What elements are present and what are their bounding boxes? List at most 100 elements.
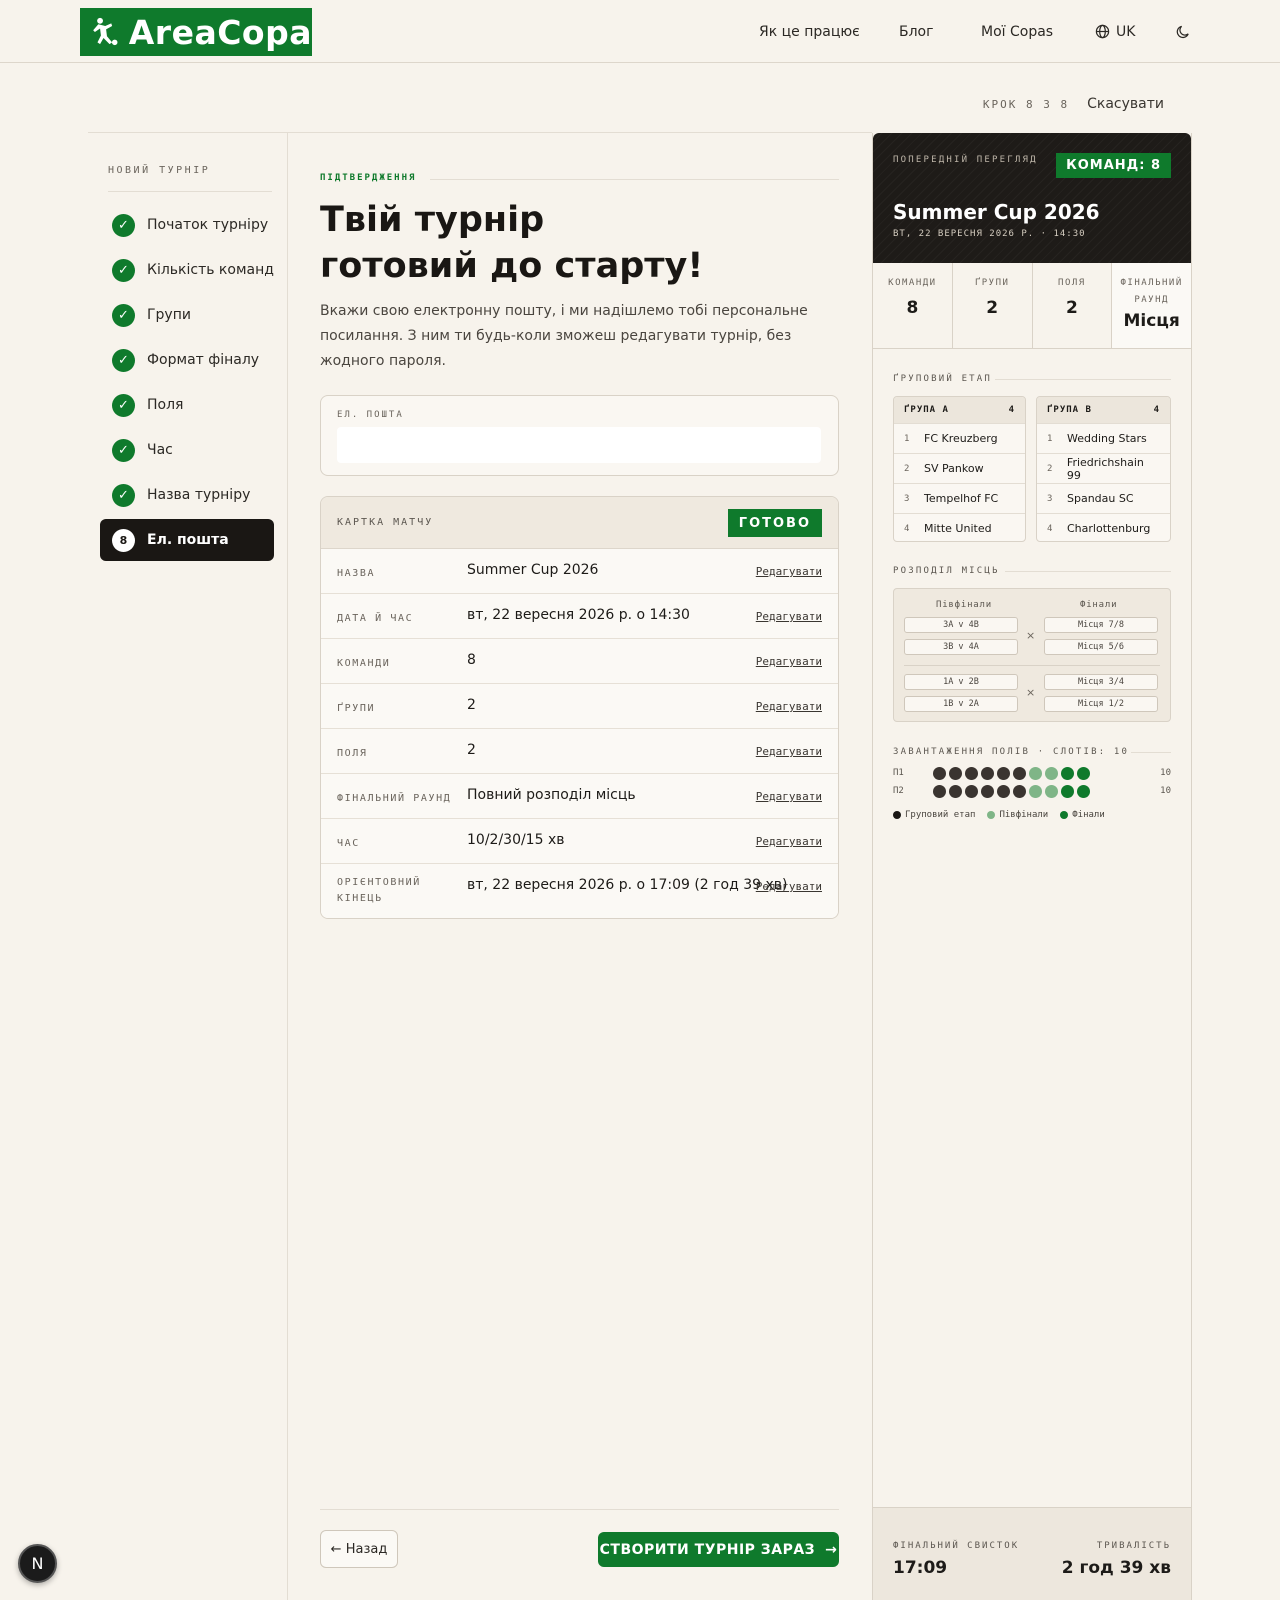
step-label: Поля [147,397,184,413]
globe-icon [1095,24,1110,39]
edit-link[interactable]: Редагувати [756,835,822,848]
step-label: Кількість команд [147,262,274,278]
group-count: 4 [1008,405,1015,415]
row-value: Summer Cup 2026 [467,562,599,578]
edit-link[interactable]: Редагувати [756,610,822,623]
edit-link[interactable]: Редагувати [756,880,822,893]
step-label: Час [147,442,173,458]
stat-teams: КОМАНДИ 8 [873,263,953,348]
sidebar-step-fields[interactable]: ✓ Поля [100,384,274,426]
email-input[interactable] [337,427,821,463]
divider [430,179,839,180]
team-rank: 3 [1047,493,1053,504]
team-row: 4 Charlottenburg [1037,513,1170,541]
sidebar-step-name[interactable]: ✓ Назва турніру [100,474,274,516]
placement-bracket: Півфінали Фінали 3А v 4В 3В v 4А × Місця… [893,588,1171,722]
stat-value: 8 [906,298,919,318]
sidebar-step-email[interactable]: 8 Ел. пошта [100,519,274,561]
legend-group: Груповий етап [893,810,975,820]
language-switcher[interactable]: UK [1095,0,1135,63]
arrow-right-icon: → [825,1541,838,1558]
group-card-b: ҐРУПА В 4 1 Wedding Stars 2 Friedrichshain … [1036,396,1171,542]
row-label: КОМАНДИ [337,658,391,669]
legend-label: Фінали [1072,810,1105,820]
team-row: 1 FC Kreuzberg [894,423,1025,453]
team-row: 3 Spandau SC [1037,483,1170,513]
stat-label: ПОЛЯ [1058,278,1086,288]
sidebar-step-time[interactable]: ✓ Час [100,429,274,471]
group-header: ҐРУПА А 4 [894,397,1025,423]
sidebar-step-start[interactable]: ✓ Початок турніру [100,204,274,246]
finals-label: Фінали [1080,600,1118,610]
slot-dot [997,785,1010,798]
field-row-2: П2 10 [893,785,1171,799]
edit-link[interactable]: Редагувати [756,655,822,668]
legend-dot [987,811,996,819]
slot-dot [933,767,946,780]
top-navbar: AreaCopa Як це працює Блог Мої Copas UK [0,0,1280,63]
nav-blog[interactable]: Блог [899,0,933,63]
preview-footer: ФІНАЛЬНИЙ СВИСТОК 17:09 ТРИВАЛІСТЬ 2 год… [873,1507,1191,1600]
preview-stats: КОМАНДИ 8 ҐРУПИ 2 ПОЛЯ 2 ФІНАЛЬНИЙ РАУНД Міс… [873,263,1191,349]
check-icon: ✓ [112,213,135,237]
sidebar-step-final-format[interactable]: ✓ Формат фіналу [100,339,274,381]
card-header: КАРТКА МАТЧУ ГОТОВО [321,497,838,549]
semi-pill: 3А v 4В [904,617,1018,633]
cancel-link[interactable]: Скасувати [1087,96,1164,112]
sidebar-step-teams[interactable]: ✓ Кількість команд [100,249,274,291]
team-rank: 4 [1047,523,1053,534]
row-label: ЧАС [337,838,360,849]
row-label: ДАТА Й ЧАС [337,613,414,624]
slot-dot [981,785,994,798]
slot-dot [1077,785,1090,798]
stat-final-round: ФІНАЛЬНИЙ РАУНД Місця [1112,263,1191,348]
language-label: UK [1116,23,1136,40]
team-row: 3 Tempelhof FC [894,483,1025,513]
preview-eyebrow: ПОПЕРЕДНІЙ ПЕРЕГЛЯД [893,155,1038,165]
sidebar-title: НОВИЙ ТУРНІР [108,165,211,176]
legend-final: Фінали [1060,810,1105,820]
card-title: КАРТКА МАТЧУ [337,517,434,528]
divider [1131,752,1171,753]
team-rank: 2 [904,463,910,474]
field-load-title: ЗАВАНТАЖЕННЯ ПОЛІВ · СЛОТІВ: 10 [893,747,1130,757]
row-label: НАЗВА [337,568,376,579]
stat-value: Місця [1123,311,1180,331]
card-row: ПОЛЯ 2 Редагувати [321,729,838,774]
back-button[interactable]: ← Назад [320,1530,398,1568]
tournament-preview: ПОПЕРЕДНІЙ ПЕРЕГЛЯД КОМАНД: 8 Summer Cup… [872,133,1192,1600]
step-counter: КРОК 8 З 8 [982,97,1070,111]
edit-link[interactable]: Редагувати [756,700,822,713]
group-name: ҐРУПА А [904,405,949,415]
eyebrow: ПІДТВЕРДЖЕННЯ [320,173,417,183]
card-row: ЧАС 10/2/30/15 хв Редагувати [321,819,838,864]
team-name: Friedrichshain 99 [1066,455,1144,482]
check-icon: ✓ [112,258,135,282]
lead-text: Вкажи свою електронну пошту, і ми надішл… [320,303,808,369]
legend-dot [893,811,901,819]
edit-link[interactable]: Редагувати [756,790,822,803]
step-label: Початок турніру [147,217,269,233]
logo[interactable]: AreaCopa [80,8,312,56]
legend-label: Груповий етап [905,810,976,820]
edit-link[interactable]: Редагувати [756,565,822,578]
create-tournament-button[interactable]: СТВОРИТИ ТУРНІР ЗАРАЗ → [598,1532,839,1567]
edit-link[interactable]: Редагувати [756,745,822,758]
row-label: ҐРУПИ [337,703,376,714]
final-whistle-value: 17:09 [893,1558,948,1578]
title-line-1: Твій турнір [320,200,545,240]
dev-tools-badge[interactable]: N [18,1544,57,1583]
legend-semi: Півфінали [987,810,1048,820]
nav-my-copas[interactable]: Мої Copas [981,0,1053,63]
nav-how-it-works[interactable]: Як це працює [759,0,860,63]
team-rank: 1 [904,433,910,444]
slot-dot [1013,785,1026,798]
theme-toggle[interactable] [1176,0,1191,63]
sidebar-step-groups[interactable]: ✓ Групи [100,294,274,336]
slot-dot [1045,767,1058,780]
check-icon: ✓ [112,303,135,327]
cross-icon: × [1026,629,1036,642]
group-card-a: ҐРУПА А 4 1 FC Kreuzberg 2 SV Pankow 3 Tempe… [893,396,1026,542]
team-rank: 3 [904,493,910,504]
preview-title: Summer Cup 2026 [893,200,1100,224]
